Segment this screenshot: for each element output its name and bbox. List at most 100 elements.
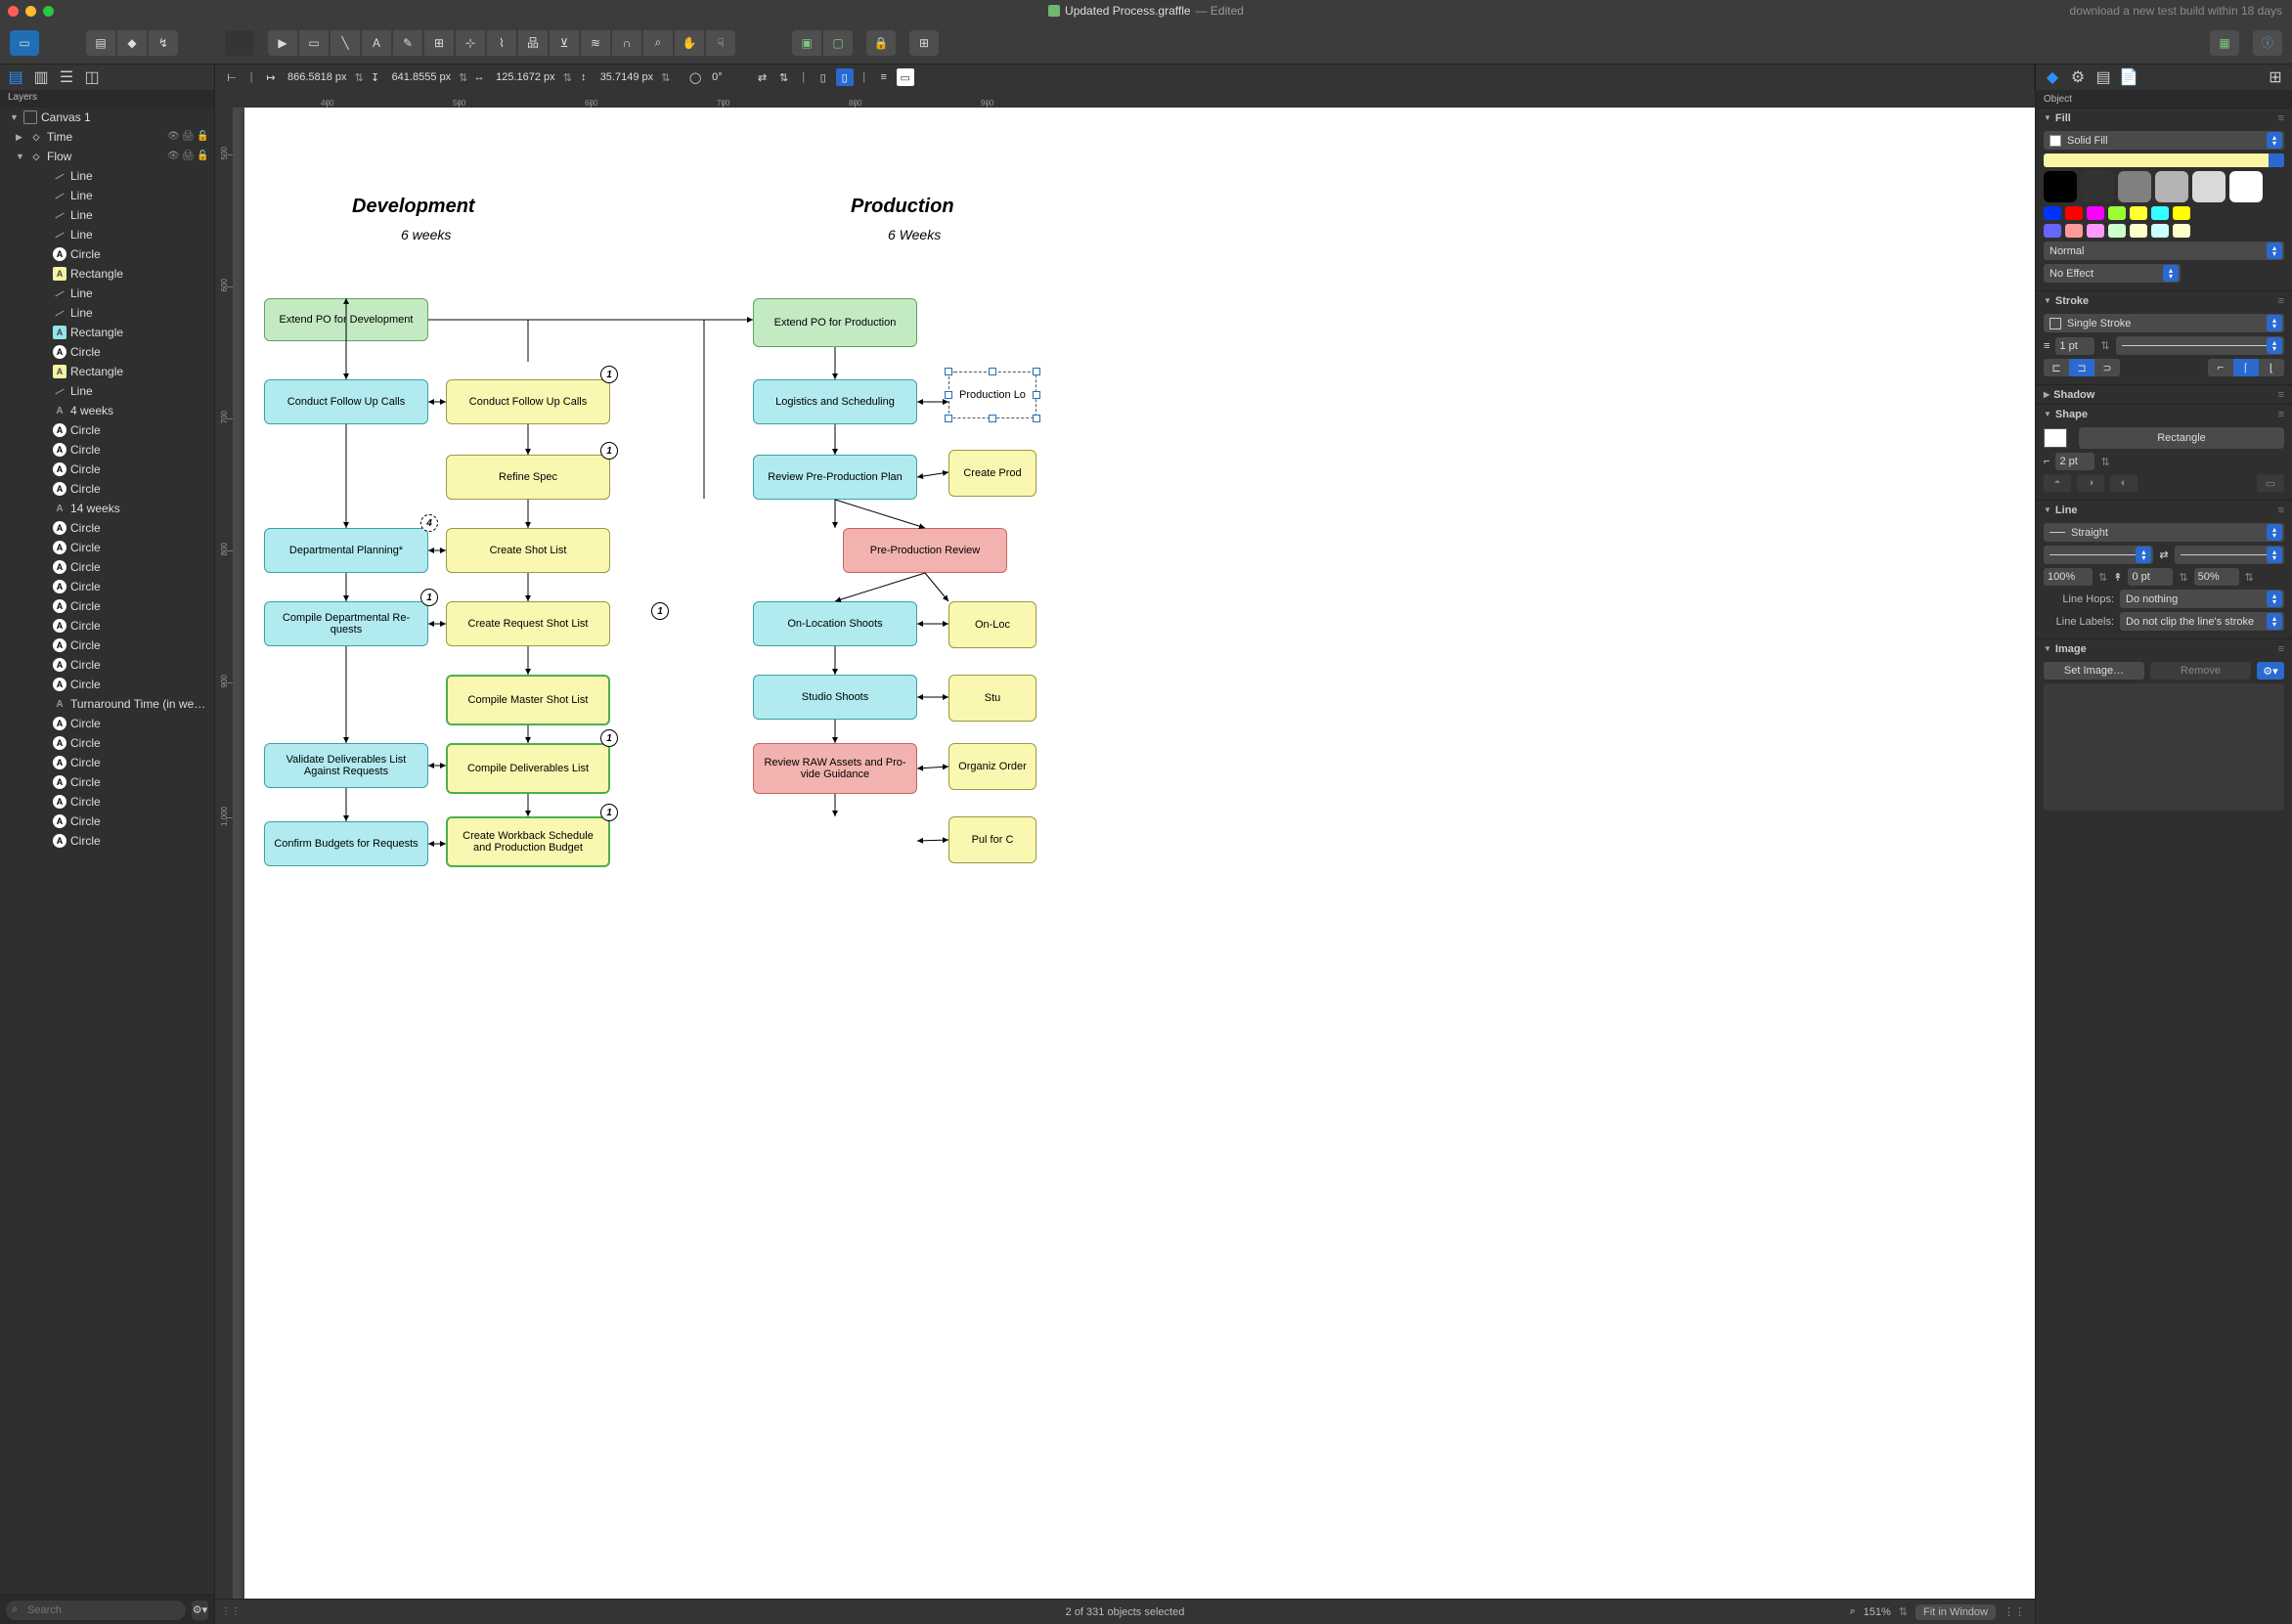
flip-v-icon[interactable]: ⇅ xyxy=(775,68,793,86)
shape-tool[interactable]: ▭ xyxy=(299,30,329,56)
tree-row[interactable]: ACircle xyxy=(0,753,214,772)
line-tool[interactable]: ╲ xyxy=(331,30,360,56)
flow-box[interactable]: Conduct Follow Up Calls xyxy=(264,379,428,424)
swatch[interactable] xyxy=(2065,224,2083,238)
selection-handle[interactable] xyxy=(945,391,952,399)
flow-box[interactable]: Compile Departmental Re- quests xyxy=(264,601,428,646)
tree-row[interactable]: Line xyxy=(0,205,214,225)
line-section-header[interactable]: ▼Line≡ xyxy=(2036,500,2292,519)
resize-handle-right-icon[interactable]: ⋮⋮ xyxy=(2004,1605,2025,1618)
swatch[interactable] xyxy=(2108,206,2126,220)
tree-row[interactable]: ▼◇Flow👁🖨🔓 xyxy=(0,147,214,166)
fill-section-header[interactable]: ▼Fill≡ xyxy=(2036,108,2292,127)
tree-row[interactable]: ACircle xyxy=(0,440,214,460)
line-labels-dropdown[interactable]: Do not clip the line's stroke xyxy=(2120,612,2284,631)
tree-row[interactable]: ACircle xyxy=(0,479,214,499)
toggle-sidebar-button[interactable]: ▭ xyxy=(10,30,39,56)
flow-box[interactable]: Refine Spec xyxy=(446,455,610,500)
tree-row[interactable]: Line xyxy=(0,303,214,323)
flow-box[interactable]: Logistics and Scheduling xyxy=(753,379,917,424)
tree-row[interactable]: ACircle xyxy=(0,714,214,733)
swatch[interactable] xyxy=(2173,206,2190,220)
document-inspector-icon[interactable]: 📄 xyxy=(2118,66,2139,88)
line-join-segment[interactable]: ⌐⌈⌊ xyxy=(2208,359,2284,376)
zoom-tool[interactable]: ⌕ xyxy=(643,30,673,56)
swatch[interactable] xyxy=(2118,171,2151,202)
line-type-dropdown[interactable]: Straight xyxy=(2044,523,2284,542)
w-value[interactable]: 125.1672 px xyxy=(492,69,559,85)
rotation-icon[interactable]: ◯ xyxy=(686,68,704,86)
tree-row[interactable]: ACircle xyxy=(0,733,214,753)
close-window-icon[interactable] xyxy=(8,6,19,17)
distribute-icon[interactable]: ≡ xyxy=(875,68,893,86)
fit-in-window-button[interactable]: Fit in Window xyxy=(1916,1604,1996,1620)
line-mid-offset[interactable]: 0 pt xyxy=(2128,568,2173,586)
flow-box[interactable]: Organiz Order xyxy=(948,743,1036,790)
resize-handle-icon[interactable]: ⋮⋮ xyxy=(221,1606,241,1617)
swatch[interactable] xyxy=(2229,171,2263,202)
swatch[interactable] xyxy=(2081,171,2114,202)
list-tab-icon[interactable]: ☰ xyxy=(57,67,76,87)
line-head-scale[interactable]: 50% xyxy=(2194,568,2239,586)
flow-box[interactable]: Review RAW Assets and Pro- vide Guidance xyxy=(753,743,917,794)
x-value[interactable]: 866.5818 px xyxy=(284,69,351,85)
lock-button[interactable]: 🔒 xyxy=(866,30,896,56)
flow-box[interactable]: Validate Deliverables List Against Reque… xyxy=(264,743,428,788)
tree-row[interactable]: Line xyxy=(0,284,214,303)
swatch[interactable] xyxy=(2065,206,2083,220)
tree-row[interactable]: ATurnaround Time (in we… xyxy=(0,694,214,714)
style-brush-tool[interactable]: ⌇ xyxy=(487,30,516,56)
flow-box[interactable]: Pre-Production Review xyxy=(843,528,1007,573)
line-hops-dropdown[interactable]: Do nothing xyxy=(2120,590,2284,608)
selection-tool[interactable]: ▶ xyxy=(268,30,297,56)
magnet-tool[interactable]: ⊻ xyxy=(550,30,579,56)
stroke-type-dropdown[interactable]: Single Stroke xyxy=(2044,314,2284,332)
point-edit-tool[interactable]: ⊹ xyxy=(456,30,485,56)
tree-row[interactable]: ACircle xyxy=(0,831,214,851)
flow-box[interactable]: Create Shot List xyxy=(446,528,610,573)
stencils-button[interactable]: ▦ xyxy=(2210,30,2239,56)
flow-box[interactable]: Compile Deliverables List xyxy=(446,743,610,794)
selection-handle[interactable] xyxy=(1033,415,1040,422)
swatch[interactable] xyxy=(2130,224,2147,238)
tree-row[interactable]: A4 weeks xyxy=(0,401,214,420)
fill-type-dropdown[interactable]: Solid Fill xyxy=(2044,131,2284,150)
text-tool[interactable]: A xyxy=(362,30,391,56)
tree-row[interactable]: ACircle xyxy=(0,420,214,440)
canvas-viewport[interactable]: Development6 weeksProduction6 WeeksExten… xyxy=(233,108,2035,1599)
send-back-button[interactable]: ▢ xyxy=(823,30,853,56)
tree-row[interactable]: ACircle xyxy=(0,557,214,577)
shape-op-flatten[interactable]: ▭ xyxy=(2257,474,2284,492)
outline-tab-icon[interactable]: ▥ xyxy=(31,67,51,87)
align-seg-2[interactable]: ▯ xyxy=(836,68,854,86)
y-value[interactable]: 641.8555 px xyxy=(388,69,456,85)
flow-box[interactable]: Compile Master Shot List xyxy=(446,675,610,725)
rotation-value[interactable]: 0° xyxy=(708,69,727,85)
bring-front-button[interactable]: ▣ xyxy=(792,30,821,56)
line-tail-scale[interactable]: 100% xyxy=(2044,568,2093,586)
tree-row[interactable]: ▼Canvas 1 xyxy=(0,108,214,127)
flow-box[interactable]: On-Loc xyxy=(948,601,1036,648)
swatch[interactable] xyxy=(2155,171,2188,202)
set-image-button[interactable]: Set Image… xyxy=(2044,662,2144,680)
image-section-header[interactable]: ▼Image≡ xyxy=(2036,638,2292,658)
selection-handle[interactable] xyxy=(1033,391,1040,399)
style-tray-button[interactable]: ▤ xyxy=(86,30,115,56)
origin-icon[interactable]: ⊢ xyxy=(223,68,241,86)
flow-box[interactable]: Create Workback Schedule and Production … xyxy=(446,816,610,867)
tree-row[interactable]: ACircle xyxy=(0,616,214,636)
shape-op-union[interactable]: ◓ xyxy=(2044,474,2071,492)
tree-row[interactable]: ACircle xyxy=(0,596,214,616)
swatch[interactable] xyxy=(2173,224,2190,238)
minimize-window-icon[interactable] xyxy=(25,6,36,17)
swatch[interactable] xyxy=(2151,224,2169,238)
shape-section-header[interactable]: ▼Shape≡ xyxy=(2036,404,2292,423)
tree-row[interactable]: ACircle xyxy=(0,655,214,675)
flow-box[interactable]: Extend PO for Production xyxy=(753,298,917,347)
selection-handle[interactable] xyxy=(989,415,996,422)
tree-row[interactable]: A14 weeks xyxy=(0,499,214,518)
hand-tool[interactable]: ✋ xyxy=(675,30,704,56)
ruler-vertical[interactable]: 5006007008009001,000 xyxy=(215,108,233,1599)
flow-box[interactable]: On-Location Shoots xyxy=(753,601,917,646)
shape-picker-button[interactable]: Rectangle xyxy=(2079,427,2284,449)
